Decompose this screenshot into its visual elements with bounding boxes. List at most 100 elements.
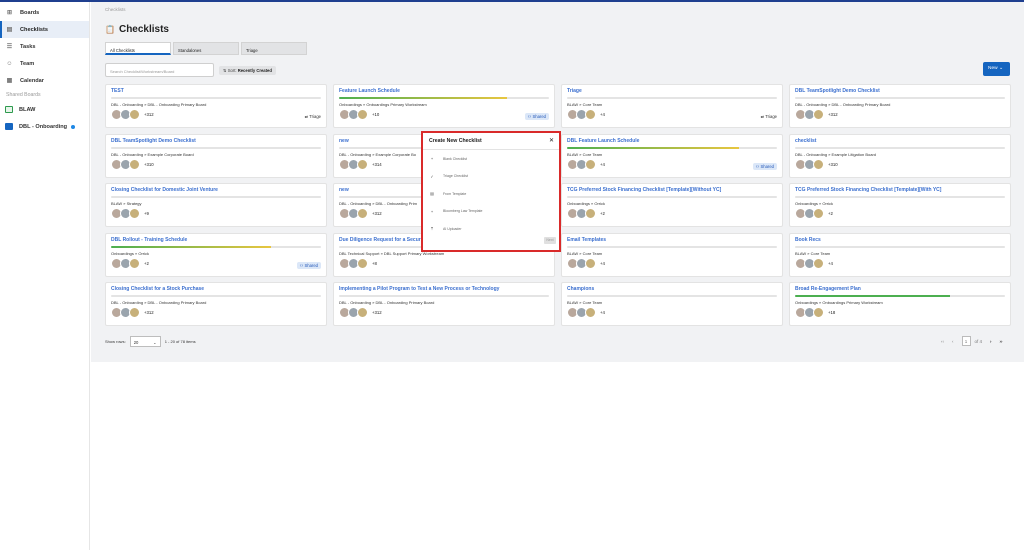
sidebar-item-boards[interactable]: ⊞ Boards <box>0 4 89 21</box>
card-title[interactable]: new <box>339 187 349 193</box>
checklist-card[interactable]: Champions BLAW » Core Team +4 <box>561 282 783 326</box>
sidebar-item-checklists[interactable]: ▤ Checklists <box>0 21 89 38</box>
next-button[interactable]: Next <box>544 237 556 244</box>
card-title[interactable]: checklist <box>795 138 816 144</box>
checklist-card[interactable]: Closing Checklist for a Stock Purchase DB… <box>105 282 327 326</box>
checklist-card[interactable]: Triage BLAW » Core Team +4 ⇄ Triage <box>561 84 783 128</box>
assignee-avatars[interactable]: +310 <box>795 158 838 170</box>
extra-assignee-count: +8 <box>372 260 377 266</box>
assignee-avatars[interactable]: +312 <box>339 307 382 318</box>
assignee-avatars[interactable]: +312 <box>339 208 382 219</box>
search-input[interactable]: Search Checklist/Workstream/Board <box>105 63 214 77</box>
card-title[interactable]: DBL Rollout - Training Schedule <box>111 237 187 243</box>
assignee-avatars[interactable]: +4 <box>795 257 833 269</box>
last-page-icon[interactable]: ›› <box>1000 339 1003 344</box>
card-title[interactable]: Closing Checklist for a Stock Purchase <box>111 286 204 292</box>
checklist-card[interactable]: Closing Checklist for Domestic Joint Ven… <box>105 183 327 227</box>
prev-page-icon[interactable]: ‹ <box>952 339 954 344</box>
sort-value: Recently Created <box>237 68 272 73</box>
dialog-option-from-template[interactable]: ▤ From Template <box>429 191 466 196</box>
first-page-icon[interactable]: ‹‹ <box>941 339 944 344</box>
card-board-path: DBL - Onboarding » Example Corporate Bo <box>339 151 417 157</box>
card-title[interactable]: Champions <box>567 286 594 292</box>
checklist-card[interactable]: Email Templates BLAW » Core Team +4 <box>561 232 783 277</box>
assignee-avatars[interactable]: +312 <box>111 307 154 318</box>
card-title[interactable]: Feature Launch Schedule <box>339 88 400 94</box>
dialog-option-triage-checklist[interactable]: ✓ Triage Checklist <box>429 174 468 179</box>
assignee-avatars[interactable]: +2 <box>567 208 605 219</box>
new-button[interactable]: New ⌄ <box>983 62 1010 76</box>
assignee-avatars[interactable]: +310 <box>111 158 154 170</box>
card-title[interactable]: Email Templates <box>567 237 606 243</box>
page-number-input[interactable]: 1 <box>961 336 971 346</box>
sidebar-item-calendar[interactable]: ▦ Calendar <box>0 72 89 89</box>
close-icon[interactable]: ✕ <box>549 137 554 144</box>
checklist-card[interactable]: checklist DBL - Onboarding » Example Liti… <box>789 133 1011 178</box>
assignee-avatars[interactable]: +312 <box>111 109 154 120</box>
dialog-option-ai-uploader[interactable]: ⤒ AI Uploader <box>429 226 461 231</box>
assignee-avatars[interactable]: +2 <box>795 208 833 219</box>
card-title[interactable]: DBL TeamSpotlight Demo Checklist <box>111 138 196 144</box>
extra-assignee-count: +4 <box>600 112 605 117</box>
checklist-card[interactable]: DBL TeamSpotlight Demo Checklist DBL - On… <box>105 133 327 178</box>
tab-standalones[interactable]: Standalones <box>173 42 239 55</box>
card-title[interactable]: DBL TeamSpotlight Demo Checklist <box>795 88 880 94</box>
checklist-card[interactable]: TCG Preferred Stock Financing Checklist … <box>789 183 1011 227</box>
triage-tag: ⇄ Triage <box>761 114 777 119</box>
checklist-card[interactable]: Broad Re-Engagement Plan Onboardings » On… <box>789 282 1011 326</box>
assignee-avatars[interactable]: +4 <box>567 257 605 269</box>
show-rows-label: Show rows: <box>105 339 126 344</box>
assignee-avatars[interactable]: +2 <box>111 257 149 269</box>
checklist-card[interactable]: DBL Rollout - Training Schedule Onboardin… <box>105 232 327 277</box>
card-title[interactable]: TCG Preferred Stock Financing Checklist … <box>567 187 721 193</box>
rows-per-page-select[interactable]: 20 ⌄ <box>129 336 161 347</box>
sort-prefix: Sort: <box>227 68 237 73</box>
assignee-avatars[interactable]: +8 <box>339 257 377 269</box>
assignee-avatars[interactable]: +9 <box>111 208 149 219</box>
template-icon: ▤ <box>430 191 434 196</box>
tab-triage[interactable]: Triage <box>241 42 307 55</box>
card-title[interactable]: Book Recs <box>795 237 821 243</box>
checklist-card[interactable]: TCG Preferred Stock Financing Checklist … <box>561 183 783 227</box>
assignee-avatars[interactable]: +4 <box>567 158 605 170</box>
card-title[interactable]: TEST <box>111 88 124 94</box>
card-title[interactable]: DBL Feature Launch Schedule <box>567 138 639 144</box>
avatar <box>585 208 596 219</box>
triage-tag: ⇄ Triage <box>305 114 321 119</box>
tab-all-checklists[interactable]: All Checklists <box>105 42 171 55</box>
rows-value: 20 <box>133 340 139 345</box>
next-page-icon[interactable]: › <box>990 339 992 344</box>
card-title[interactable]: TCG Preferred Stock Financing Checklist … <box>795 187 941 193</box>
dialog-option-blank-checklist[interactable]: + Blank Checklist <box>429 156 467 161</box>
progress-bar <box>339 295 549 297</box>
card-title[interactable]: Broad Re-Engagement Plan <box>795 286 861 292</box>
card-title[interactable]: new <box>339 138 349 144</box>
breadcrumb[interactable]: Checklists <box>105 7 126 12</box>
progress-bar <box>795 97 1005 99</box>
card-title[interactable]: Implementing a Pilot Program to Test a N… <box>339 286 499 292</box>
checklist-card[interactable]: Book Recs BLAW » Core Team +4 <box>789 232 1011 277</box>
card-title[interactable]: Closing Checklist for Domestic Joint Ven… <box>111 187 218 193</box>
checklist-card[interactable]: Implementing a Pilot Program to Test a N… <box>333 282 555 326</box>
card-title[interactable]: Due Diligence Request for a Securiti <box>339 237 425 243</box>
dialog-option-bloomberg-law-template[interactable]: + Bloomberg Law Template <box>429 209 483 214</box>
progress-bar <box>567 97 777 99</box>
assignee-avatars[interactable]: +312 <box>795 109 838 120</box>
assignee-avatars[interactable]: +314 <box>339 158 382 170</box>
sort-button[interactable]: ⇅ Sort: Recently Created <box>219 66 276 75</box>
checklist-card[interactable]: TEST DBL - Onboarding » DBL - Onboarding … <box>105 84 327 128</box>
assignee-avatars[interactable]: +18 <box>795 307 835 318</box>
shared-badge: ⚇ Shared <box>296 261 321 269</box>
checklist-card[interactable]: DBL Feature Launch Schedule BLAW » Core T… <box>561 133 783 178</box>
assignee-avatars[interactable]: +4 <box>567 109 605 120</box>
checklist-card[interactable]: DBL TeamSpotlight Demo Checklist DBL - On… <box>789 84 1011 128</box>
sidebar-item-team[interactable]: ☺ Team <box>0 55 89 72</box>
assignee-avatars[interactable]: +10 <box>339 109 379 120</box>
checklist-card[interactable]: Feature Launch Schedule Onboardings » Onb… <box>333 84 555 128</box>
sidebar-board-blaw[interactable]: BLAW <box>0 101 89 118</box>
sidebar-board-dbl-onboarding[interactable]: DBL - Onboarding <box>0 118 89 135</box>
assignee-avatars[interactable]: +4 <box>567 307 605 318</box>
avatar <box>357 307 368 318</box>
card-title[interactable]: Triage <box>567 88 582 94</box>
sidebar-item-tasks[interactable]: ☰ Tasks <box>0 38 89 55</box>
